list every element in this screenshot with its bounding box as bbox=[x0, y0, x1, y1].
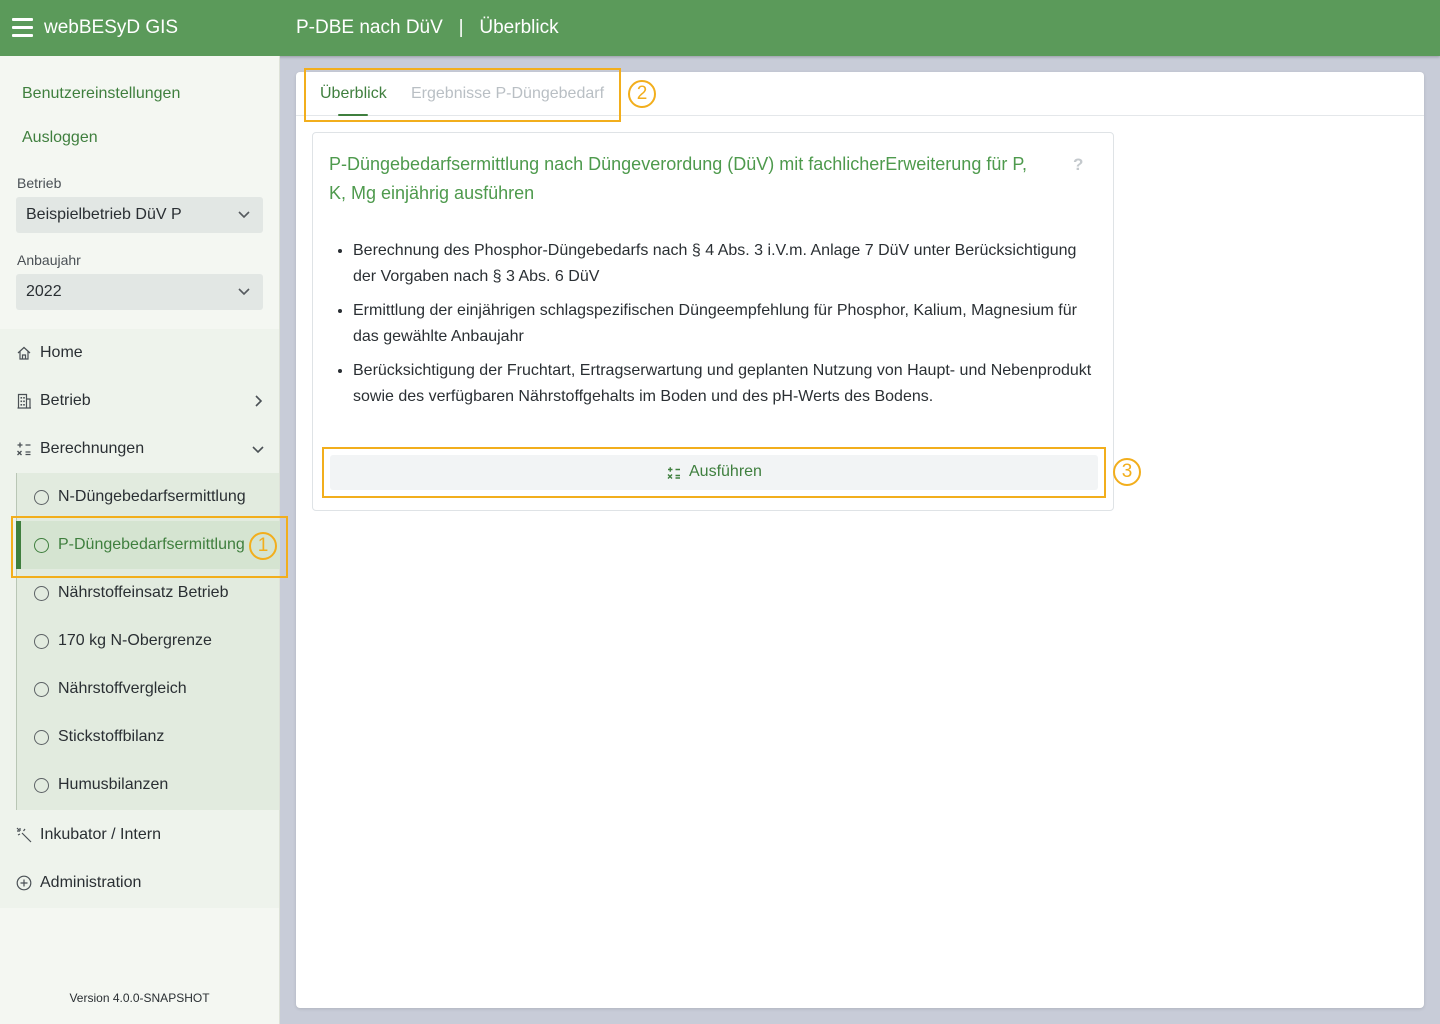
sidebar-item-label: Nährstoffvergleich bbox=[58, 680, 187, 697]
help-icon[interactable]: ? bbox=[1073, 155, 1083, 175]
radio-icon bbox=[34, 730, 49, 745]
radio-icon bbox=[34, 586, 49, 601]
nav-item-label: Berechnungen bbox=[40, 440, 145, 457]
sidebar-item-n-duengebedarf[interactable]: N-Düngebedarfsermittlung bbox=[17, 473, 280, 521]
magic-wand-icon bbox=[16, 827, 32, 843]
chevron-down-icon bbox=[238, 288, 250, 296]
feature-list: Berechnung des Phosphor-Düngebedarfs nac… bbox=[353, 238, 1098, 418]
sidebar-item-label: Stickstoffbilanz bbox=[58, 728, 165, 745]
anbaujahr-label: Anbaujahr bbox=[17, 252, 81, 268]
nav-item-betrieb[interactable]: Betrieb bbox=[0, 377, 279, 425]
annotation-box-3 bbox=[322, 447, 1106, 498]
nav-item-home[interactable]: Home bbox=[0, 329, 279, 377]
top-bar: webBESyD GIS P-DBE nach DüV | Überblick bbox=[0, 0, 1440, 56]
annotation-marker-2: 2 bbox=[628, 80, 656, 108]
nav-item-administration[interactable]: Administration bbox=[0, 859, 279, 907]
nav-item-label: Administration bbox=[40, 874, 142, 891]
list-item: Berechnung des Phosphor-Düngebedarfs nac… bbox=[353, 238, 1098, 290]
hamburger-menu-icon[interactable] bbox=[12, 18, 33, 37]
radio-icon bbox=[34, 778, 49, 793]
betrieb-select-value: Beispielbetrieb DüV P bbox=[26, 206, 182, 223]
radio-icon bbox=[34, 490, 49, 505]
sidebar-item-label: Nährstoffeinsatz Betrieb bbox=[58, 584, 229, 601]
nav-item-label: Betrieb bbox=[40, 392, 91, 409]
nav-item-label: Inkubator / Intern bbox=[40, 826, 161, 843]
nav-item-berechnungen[interactable]: Berechnungen bbox=[0, 425, 279, 473]
plus-circle-icon bbox=[16, 875, 32, 891]
radio-icon bbox=[34, 634, 49, 649]
sidebar-item-n-obergrenze[interactable]: 170 kg N-Obergrenze bbox=[17, 617, 280, 665]
list-item: Ermittlung der einjährigen schlagspezifi… bbox=[353, 298, 1098, 350]
nav-item-inkubator[interactable]: Inkubator / Intern bbox=[0, 811, 279, 859]
annotation-box-1 bbox=[11, 516, 288, 578]
chevron-right-icon bbox=[255, 395, 263, 407]
anbaujahr-select-value: 2022 bbox=[26, 283, 62, 300]
version-label: Version 4.0.0-SNAPSHOT bbox=[69, 991, 210, 1005]
home-icon bbox=[17, 346, 31, 360]
app-title: webBESyD GIS bbox=[44, 17, 179, 38]
building-icon bbox=[17, 393, 31, 409]
calculator-icon bbox=[17, 442, 31, 456]
nav-item-label: Home bbox=[40, 344, 83, 361]
betrieb-label: Betrieb bbox=[17, 175, 62, 191]
annotation-box-2 bbox=[304, 68, 621, 122]
card-title: P-Düngebedarfsermittlung nach Düngeveror… bbox=[329, 154, 1028, 203]
main-panel: Überblick Ergebnisse P-Düngebedarf P-Dün… bbox=[296, 72, 1424, 1008]
list-item: Berücksichtigung der Fruchtart, Ertragse… bbox=[353, 358, 1098, 410]
sidebar-item-naehrstoffvergleich[interactable]: Nährstoffvergleich bbox=[17, 665, 280, 713]
annotation-marker-1: 1 bbox=[249, 532, 277, 560]
sidebar-item-label: Humusbilanzen bbox=[58, 776, 169, 793]
page-title: P-DBE nach DüV | Überblick bbox=[296, 17, 559, 38]
sidebar-item-label: N-Düngebedarfsermittlung bbox=[58, 488, 246, 505]
sidebar-item-humusbilanzen[interactable]: Humusbilanzen bbox=[17, 761, 280, 809]
betrieb-select[interactable]: Beispielbetrieb DüV P bbox=[16, 197, 263, 233]
chevron-down-icon bbox=[252, 446, 264, 454]
radio-icon bbox=[34, 682, 49, 697]
user-settings-link[interactable]: Benutzereinstellungen bbox=[22, 85, 180, 103]
logout-link[interactable]: Ausloggen bbox=[22, 129, 98, 147]
sidebar-item-stickstoffbilanz[interactable]: Stickstoffbilanz bbox=[17, 713, 280, 761]
annotation-marker-3: 3 bbox=[1113, 458, 1141, 486]
anbaujahr-select[interactable]: 2022 bbox=[16, 274, 263, 310]
chevron-down-icon bbox=[238, 211, 250, 219]
sidebar-item-label: 170 kg N-Obergrenze bbox=[58, 632, 212, 649]
